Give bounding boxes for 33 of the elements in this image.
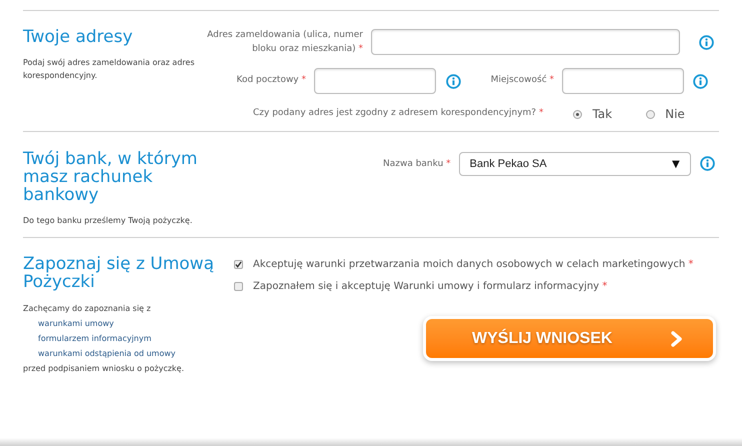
bank-select[interactable]: Bank Pekao SA ▼ [458, 152, 691, 176]
info-icon[interactable] [700, 156, 715, 171]
field-label: Nazwa banku * [383, 158, 451, 171]
checkbox[interactable] [234, 260, 243, 268]
info-icon[interactable] [446, 74, 461, 88]
input-field[interactable] [562, 68, 684, 94]
section-title: Twój bank, w którym masz rachunek bankowy [23, 150, 198, 204]
radio-button[interactable] [646, 110, 656, 118]
field-label: Czy podany adres jest zgodny z adresem korespondencyjnym? * [253, 107, 544, 120]
option-label: Nie [665, 106, 685, 123]
info-icon[interactable] [693, 74, 708, 88]
option-label: Tak [592, 106, 612, 123]
field-label: Miejscowość * [490, 74, 554, 88]
field-label: Kod pocztowy * [235, 74, 306, 88]
section-description: Podaj swój adres zameldowania oraz adres korespondencyjny. [23, 57, 196, 82]
input-field[interactable] [371, 29, 680, 55]
input-field[interactable] [314, 68, 436, 94]
document-link[interactable]: warunkami odstąpienia od umowy [38, 346, 176, 361]
document-link[interactable]: warunkami umowy [38, 316, 114, 331]
document-link[interactable]: formularzem informacyjnym [38, 331, 152, 346]
section-title: Twoje adresy [23, 28, 134, 46]
section-description: przed podpisaniem wniosku o pożyczkę. [23, 363, 186, 375]
radio-button[interactable] [573, 110, 582, 118]
chevron-right-icon [671, 330, 683, 346]
section-description: Zachęcamy do zapoznania się z [23, 303, 152, 315]
info-icon[interactable] [699, 34, 714, 50]
section-title: Zapoznaj się z Umową Pożyczki [23, 255, 215, 291]
checkbox-label: Zapoznałem się i akceptuję Warunki umowy i formularz informacyjny * [253, 280, 608, 294]
checkbox-label: Akceptuję warunki przetwarzania moich danych osobowych w celach marketingowych * [253, 258, 694, 272]
field-label: Adres zameldowania (ulica, numer bloku oraz mieszkania) * [206, 29, 363, 56]
section-description: Do tego banku prześlemy Twoją pożyczkę. [23, 215, 194, 227]
caret-icon: ▼ [672, 156, 680, 172]
checkbox[interactable] [234, 282, 243, 290]
